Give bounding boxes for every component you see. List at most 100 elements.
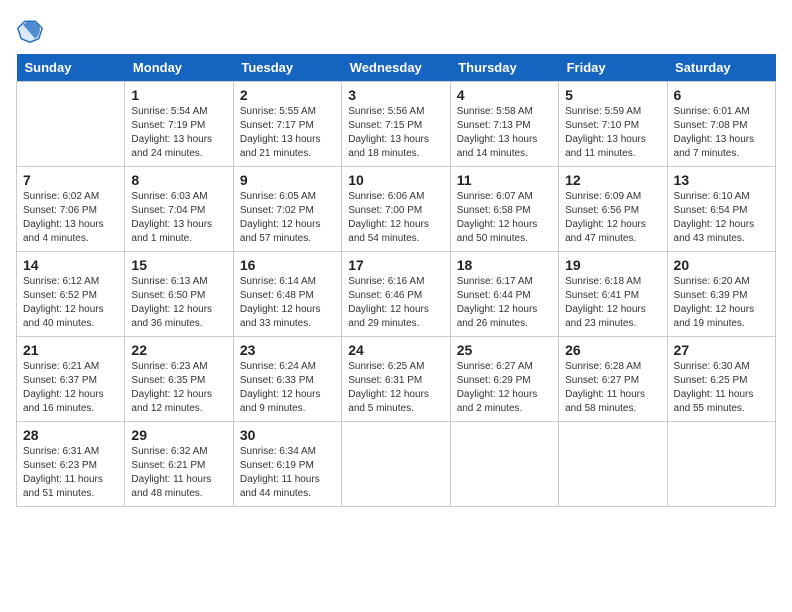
day-cell: 8 Sunrise: 6:03 AM Sunset: 7:04 PM Daylig… (125, 167, 233, 252)
day-cell: 29 Sunrise: 6:32 AM Sunset: 6:21 PM Dayli… (125, 422, 233, 507)
day-cell: 26Sunrise: 6:28 AM Sunset: 6:27 PM Dayli… (559, 337, 667, 422)
day-number: 24 (348, 342, 443, 358)
day-cell: 27 Sunrise: 6:30 AM Sunset: 6:25 PM Dayli… (667, 337, 775, 422)
day-info: Sunrise: 5:56 AM Sunset: 7:15 PM Dayligh… (348, 105, 443, 161)
logo (16, 16, 48, 44)
week-row-3: 14 Sunrise: 6:12 AM Sunset: 6:52 PM Dayli… (17, 252, 776, 337)
day-number: 8 (131, 172, 226, 188)
day-cell: 7 Sunrise: 6:02 AM Sunset: 7:06 PM Daylig… (17, 167, 125, 252)
day-number: 3 (348, 87, 443, 103)
day-info: Sunrise: 6:01 AM Sunset: 7:08 PM Dayligh… (674, 105, 769, 161)
day-number: 4 (457, 87, 552, 103)
logo-icon (16, 16, 44, 44)
week-row-4: 21 Sunrise: 6:21 AM Sunset: 6:37 PM Dayli… (17, 337, 776, 422)
day-cell: 22 Sunrise: 6:23 AM Sunset: 6:35 PM Dayli… (125, 337, 233, 422)
day-cell (342, 422, 450, 507)
day-cell: 21 Sunrise: 6:21 AM Sunset: 6:37 PM Dayli… (17, 337, 125, 422)
day-number: 6 (674, 87, 769, 103)
day-info: Sunrise: 6:20 AM Sunset: 6:39 PM Dayligh… (674, 275, 769, 331)
day-cell: 10 Sunrise: 6:06 AM Sunset: 7:00 PM Dayli… (342, 167, 450, 252)
day-info: Sunrise: 5:54 AM Sunset: 7:19 PM Dayligh… (131, 105, 226, 161)
day-number: 19 (565, 257, 660, 273)
day-number: 5 (565, 87, 660, 103)
day-info: Sunrise: 6:16 AM Sunset: 6:46 PM Dayligh… (348, 275, 443, 331)
day-number: 18 (457, 257, 552, 273)
header-tuesday: Tuesday (233, 54, 341, 82)
day-cell (17, 82, 125, 167)
day-cell: 18 Sunrise: 6:17 AM Sunset: 6:44 PM Dayli… (450, 252, 558, 337)
day-info: Sunrise: 6:03 AM Sunset: 7:04 PM Dayligh… (131, 190, 226, 246)
day-number: 11 (457, 172, 552, 188)
day-cell: 17 Sunrise: 6:16 AM Sunset: 6:46 PM Dayli… (342, 252, 450, 337)
day-info: Sunrise: 6:32 AM Sunset: 6:21 PM Dayligh… (131, 445, 226, 501)
day-info: Sunrise: 6:31 AM Sunset: 6:23 PM Dayligh… (23, 445, 118, 501)
day-cell: 6 Sunrise: 6:01 AM Sunset: 7:08 PM Daylig… (667, 82, 775, 167)
day-cell: 13 Sunrise: 6:10 AM Sunset: 6:54 PM Dayli… (667, 167, 775, 252)
day-info: Sunrise: 6:07 AM Sunset: 6:58 PM Dayligh… (457, 190, 552, 246)
day-info: Sunrise: 6:10 AM Sunset: 6:54 PM Dayligh… (674, 190, 769, 246)
day-info: Sunrise: 6:18 AM Sunset: 6:41 PM Dayligh… (565, 275, 660, 331)
day-cell (450, 422, 558, 507)
day-cell (559, 422, 667, 507)
day-cell: 11 Sunrise: 6:07 AM Sunset: 6:58 PM Dayli… (450, 167, 558, 252)
day-cell: 5 Sunrise: 5:59 AM Sunset: 7:10 PM Daylig… (559, 82, 667, 167)
day-number: 13 (674, 172, 769, 188)
day-number: 9 (240, 172, 335, 188)
day-info: Sunrise: 6:17 AM Sunset: 6:44 PM Dayligh… (457, 275, 552, 331)
day-info: Sunrise: 6:27 AM Sunset: 6:29 PM Dayligh… (457, 360, 552, 416)
day-info: Sunrise: 6:34 AM Sunset: 6:19 PM Dayligh… (240, 445, 335, 501)
day-cell: 24Sunrise: 6:25 AM Sunset: 6:31 PM Dayli… (342, 337, 450, 422)
day-number: 28 (23, 427, 118, 443)
day-info: Sunrise: 6:06 AM Sunset: 7:00 PM Dayligh… (348, 190, 443, 246)
calendar-table: SundayMondayTuesdayWednesdayThursdayFrid… (16, 54, 776, 507)
day-number: 27 (674, 342, 769, 358)
day-cell: 12 Sunrise: 6:09 AM Sunset: 6:56 PM Dayli… (559, 167, 667, 252)
day-cell: 1 Sunrise: 5:54 AM Sunset: 7:19 PM Daylig… (125, 82, 233, 167)
day-number: 10 (348, 172, 443, 188)
page-header (16, 16, 776, 44)
day-cell (667, 422, 775, 507)
day-number: 17 (348, 257, 443, 273)
day-info: Sunrise: 5:58 AM Sunset: 7:13 PM Dayligh… (457, 105, 552, 161)
day-info: Sunrise: 5:55 AM Sunset: 7:17 PM Dayligh… (240, 105, 335, 161)
day-info: Sunrise: 6:21 AM Sunset: 6:37 PM Dayligh… (23, 360, 118, 416)
day-number: 12 (565, 172, 660, 188)
day-info: Sunrise: 6:13 AM Sunset: 6:50 PM Dayligh… (131, 275, 226, 331)
week-row-1: 1 Sunrise: 5:54 AM Sunset: 7:19 PM Daylig… (17, 82, 776, 167)
day-info: Sunrise: 6:02 AM Sunset: 7:06 PM Dayligh… (23, 190, 118, 246)
day-info: Sunrise: 6:28 AM Sunset: 6:27 PM Dayligh… (565, 360, 660, 416)
header-friday: Friday (559, 54, 667, 82)
header-thursday: Thursday (450, 54, 558, 82)
day-cell: 2Sunrise: 5:55 AM Sunset: 7:17 PM Daylig… (233, 82, 341, 167)
day-cell: 28 Sunrise: 6:31 AM Sunset: 6:23 PM Dayli… (17, 422, 125, 507)
day-cell: 9 Sunrise: 6:05 AM Sunset: 7:02 PM Daylig… (233, 167, 341, 252)
day-number: 1 (131, 87, 226, 103)
day-number: 22 (131, 342, 226, 358)
day-info: Sunrise: 5:59 AM Sunset: 7:10 PM Dayligh… (565, 105, 660, 161)
day-info: Sunrise: 6:05 AM Sunset: 7:02 PM Dayligh… (240, 190, 335, 246)
day-info: Sunrise: 6:12 AM Sunset: 6:52 PM Dayligh… (23, 275, 118, 331)
day-cell: 4 Sunrise: 5:58 AM Sunset: 7:13 PM Daylig… (450, 82, 558, 167)
day-cell: 23Sunrise: 6:24 AM Sunset: 6:33 PM Dayli… (233, 337, 341, 422)
week-row-2: 7 Sunrise: 6:02 AM Sunset: 7:06 PM Daylig… (17, 167, 776, 252)
header-wednesday: Wednesday (342, 54, 450, 82)
day-cell: 20 Sunrise: 6:20 AM Sunset: 6:39 PM Dayli… (667, 252, 775, 337)
day-cell: 19 Sunrise: 6:18 AM Sunset: 6:41 PM Dayli… (559, 252, 667, 337)
day-number: 16 (240, 257, 335, 273)
calendar-header-row: SundayMondayTuesdayWednesdayThursdayFrid… (17, 54, 776, 82)
day-number: 20 (674, 257, 769, 273)
day-cell: 3 Sunrise: 5:56 AM Sunset: 7:15 PM Daylig… (342, 82, 450, 167)
day-cell: 15Sunrise: 6:13 AM Sunset: 6:50 PM Dayli… (125, 252, 233, 337)
day-info: Sunrise: 6:30 AM Sunset: 6:25 PM Dayligh… (674, 360, 769, 416)
day-cell: 30 Sunrise: 6:34 AM Sunset: 6:19 PM Dayli… (233, 422, 341, 507)
day-number: 21 (23, 342, 118, 358)
day-number: 14 (23, 257, 118, 273)
day-number: 29 (131, 427, 226, 443)
day-number: 7 (23, 172, 118, 188)
day-number: 23 (240, 342, 335, 358)
day-info: Sunrise: 6:23 AM Sunset: 6:35 PM Dayligh… (131, 360, 226, 416)
header-monday: Monday (125, 54, 233, 82)
day-info: Sunrise: 6:09 AM Sunset: 6:56 PM Dayligh… (565, 190, 660, 246)
day-cell: 16Sunrise: 6:14 AM Sunset: 6:48 PM Dayli… (233, 252, 341, 337)
day-number: 30 (240, 427, 335, 443)
